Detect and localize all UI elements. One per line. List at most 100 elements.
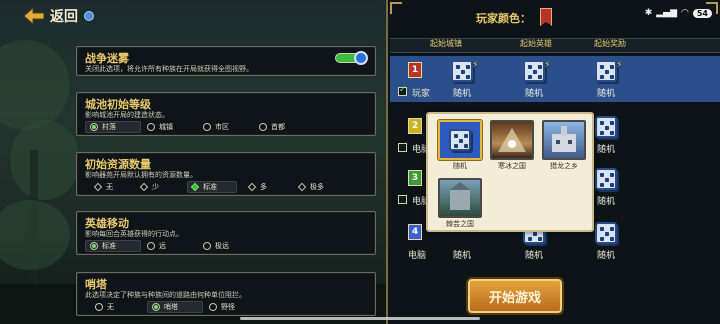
ice-kingdom-thumbnail-icon bbox=[490, 120, 534, 160]
column-header-town: 起始城镇 bbox=[430, 39, 462, 48]
choice-standard[interactable]: 标准 bbox=[187, 181, 237, 193]
option-description: 影响城池开局的建造状态。 bbox=[85, 111, 169, 119]
start-game-button[interactable]: 开始游戏 bbox=[468, 279, 562, 313]
radio-far[interactable]: 远 bbox=[147, 240, 166, 252]
choice-few[interactable]: 少 bbox=[139, 181, 159, 193]
radio-district[interactable]: 市区 bbox=[203, 121, 229, 133]
dice-icon bbox=[451, 60, 473, 82]
choice-label: 哨塔 bbox=[164, 303, 178, 311]
row-checkbox[interactable] bbox=[398, 195, 407, 204]
option-card-watchtower: 哨塔 此选项决定了种族与种族间的道路由何种单位阻拦。 无 哨塔 野怪 bbox=[76, 272, 376, 316]
back-arrow-icon[interactable] bbox=[23, 6, 45, 26]
column-header-hero: 起始英雄 bbox=[520, 39, 552, 48]
choice-many[interactable]: 多 bbox=[247, 181, 267, 193]
bonus-cell[interactable]: ⚡ 随机 bbox=[586, 60, 626, 100]
choice-label: 野怪 bbox=[221, 303, 235, 311]
choice-very-many[interactable]: 极多 bbox=[297, 181, 324, 193]
town-option-label: 猎龙之乡 bbox=[550, 162, 578, 170]
diamond-icon bbox=[93, 182, 103, 192]
cell-label: 随机 bbox=[524, 251, 543, 261]
choice-label: 首都 bbox=[271, 123, 285, 131]
choice-label: 极远 bbox=[215, 242, 229, 250]
player-row-1[interactable]: 1 玩家 ⚡ 随机 ⚡ 随机 ⚡ 随机 bbox=[390, 56, 720, 102]
radio-icon bbox=[203, 123, 211, 131]
dice-icon bbox=[595, 168, 617, 190]
option-choices: 村落 城镇 市区 首都 bbox=[85, 121, 367, 135]
dragon-village-thumbnail-icon bbox=[542, 120, 586, 160]
choice-label: 村落 bbox=[102, 123, 116, 131]
radio-icon bbox=[259, 123, 267, 131]
cell-label: 随机 bbox=[452, 251, 471, 261]
town-cell[interactable]: ⚡ 随机 bbox=[442, 60, 482, 100]
choice-label: 少 bbox=[152, 183, 159, 191]
row-checkbox[interactable] bbox=[398, 143, 407, 152]
town-option-dragon[interactable]: 猎龙之乡 bbox=[542, 120, 586, 172]
option-choices: 无 哨塔 野怪 bbox=[85, 301, 367, 315]
choice-label: 城镇 bbox=[159, 123, 173, 131]
lightning-icon: ⚡ bbox=[472, 60, 478, 69]
player-number-badge: 3 bbox=[408, 170, 422, 186]
radio-icon bbox=[147, 242, 155, 250]
radio-selected-icon bbox=[90, 242, 98, 250]
radio-icon bbox=[95, 303, 103, 311]
option-choices: 无 少 标准 多 极多 bbox=[85, 181, 367, 195]
radio-none[interactable]: 无 bbox=[95, 301, 114, 313]
option-description: 关闭此选项，将允许所有种族在开局就获得全图视野。 bbox=[85, 65, 253, 73]
hero-cell[interactable]: ⚡ 随机 bbox=[514, 60, 554, 100]
dice-icon bbox=[595, 222, 617, 244]
player-color-label: 玩家颜色： bbox=[476, 12, 531, 25]
cell-label: 随机 bbox=[452, 89, 471, 99]
radio-town[interactable]: 城镇 bbox=[147, 121, 173, 133]
town-option-thorn[interactable]: 棘芸之国 bbox=[438, 178, 482, 230]
choice-none[interactable]: 无 bbox=[93, 181, 113, 193]
choice-label: 市区 bbox=[215, 123, 229, 131]
radio-selected-icon bbox=[90, 123, 98, 131]
radio-icon bbox=[147, 123, 155, 131]
option-description: 影响器苑开局默认拥有的资源数量。 bbox=[85, 171, 197, 179]
info-icon[interactable] bbox=[84, 11, 94, 21]
player-number-badge: 2 bbox=[408, 118, 422, 134]
row-label: 玩家 bbox=[412, 89, 431, 99]
row-label: 电脑 bbox=[408, 251, 427, 261]
choice-label: 无 bbox=[106, 183, 113, 191]
choice-label: 多 bbox=[260, 183, 267, 191]
cell-label: 随机 bbox=[596, 251, 615, 261]
option-choices: 标准 远 极远 bbox=[85, 240, 367, 254]
player-color-banner-icon[interactable] bbox=[540, 8, 552, 26]
radio-very-far[interactable]: 极远 bbox=[203, 240, 229, 252]
player-number-badge: 4 bbox=[408, 224, 422, 240]
radio-monsters[interactable]: 野怪 bbox=[209, 301, 235, 313]
radio-village[interactable]: 村落 bbox=[85, 121, 141, 133]
town-option-random[interactable]: 随机 bbox=[438, 120, 482, 172]
option-card-hero-movement: 英雄移动 影响每回合英雄获得的行动点。 标准 远 极远 bbox=[76, 211, 376, 255]
dice-icon bbox=[523, 60, 545, 82]
town-option-label: 棘芸之国 bbox=[446, 220, 474, 228]
column-header-bonus: 起始奖励 bbox=[594, 39, 626, 48]
page-title[interactable]: 返回 bbox=[50, 6, 78, 26]
top-bar: 返回 bbox=[0, 0, 380, 32]
radio-capital[interactable]: 首都 bbox=[259, 121, 285, 133]
toggle-knob bbox=[354, 51, 368, 65]
radio-icon bbox=[209, 303, 217, 311]
row-checkbox[interactable] bbox=[398, 85, 407, 96]
diamond-icon bbox=[139, 182, 149, 192]
choice-label: 标准 bbox=[203, 183, 217, 191]
choice-label: 远 bbox=[159, 242, 166, 250]
diamond-selected-icon bbox=[190, 182, 200, 192]
player-number-badge: 1 bbox=[408, 62, 422, 78]
town-select-popup: 随机 寒冰之国 猎龙之乡 棘芸之国 bbox=[426, 112, 594, 232]
wifi-icon: ◠ bbox=[681, 8, 689, 18]
diamond-icon bbox=[297, 182, 307, 192]
lightning-icon: ⚡ bbox=[616, 60, 622, 69]
radio-tower[interactable]: 哨塔 bbox=[147, 301, 203, 313]
battery-icon: 54 bbox=[692, 8, 712, 18]
fog-of-war-toggle[interactable] bbox=[335, 51, 368, 65]
lightning-icon: ⚡ bbox=[544, 60, 550, 69]
radio-icon bbox=[203, 242, 211, 250]
town-option-ice[interactable]: 寒冰之国 bbox=[490, 120, 534, 172]
option-description: 影响每回合英雄获得的行动点。 bbox=[85, 230, 183, 238]
bluetooth-icon: ✱ bbox=[644, 8, 653, 18]
radio-standard[interactable]: 标准 bbox=[85, 240, 141, 252]
town-option-label: 寒冰之国 bbox=[498, 162, 526, 170]
home-indicator[interactable] bbox=[240, 317, 480, 320]
